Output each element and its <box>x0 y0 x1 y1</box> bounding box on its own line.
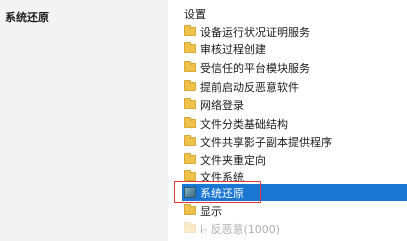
folder-icon <box>184 42 196 53</box>
tree-item-file-classification[interactable]: 文件分类基础结构 <box>182 115 407 132</box>
folder-icon <box>184 222 196 233</box>
settings-header: 设置 <box>184 8 206 21</box>
tree-item-label: 文件共享影子副本提供程序 <box>200 135 332 149</box>
folder-icon <box>184 61 196 72</box>
folder-icon <box>184 135 196 146</box>
folder-icon <box>184 25 196 36</box>
tree-item-early-launch-antimalware[interactable]: 提前启动反恶意软件 <box>182 78 407 95</box>
tree-item-label: i- 反恶意(1000) <box>200 222 281 236</box>
folder-icon <box>184 153 196 164</box>
tree-item-label: 设备运行状况证明服务 <box>200 25 310 39</box>
tree-item-net-logon[interactable]: 网络登录 <box>182 96 407 113</box>
left-pane-title: 系统还原 <box>5 11 49 24</box>
tree-item-label: 提前启动反恶意软件 <box>200 80 299 94</box>
folder-icon <box>184 170 196 181</box>
tree-item-device-health[interactable]: 设备运行状况证明服务 <box>182 23 407 40</box>
tree-item-file-system[interactable]: 文件系统 <box>182 168 407 185</box>
tree-item-file-share-shadow-copy[interactable]: 文件共享影子副本提供程序 <box>182 133 407 150</box>
tree-item-label: 受信任的平台模块服务 <box>200 61 310 75</box>
folder-icon <box>184 204 196 215</box>
tree-item-label: 系统还原 <box>200 186 244 200</box>
left-pane: 系统还原 <box>0 0 168 241</box>
tree-item-partial[interactable]: i- 反恶意(1000) <box>182 220 407 237</box>
tree-item-tpm-services[interactable]: 受信任的平台模块服务 <box>182 59 407 76</box>
folder-icon <box>184 98 196 109</box>
tree-item-audit-process[interactable]: 审核过程创建 <box>182 40 407 57</box>
folder-icon <box>184 80 196 91</box>
folder-icon <box>184 117 196 128</box>
tree-item-label: 文件系统 <box>200 170 244 184</box>
tree-item-label: 文件分类基础结构 <box>200 117 288 131</box>
system-restore-icon <box>184 187 196 198</box>
tree-item-label: 文件夹重定向 <box>200 153 266 167</box>
tree-item-system-restore[interactable]: 系统还原 <box>182 184 407 201</box>
tree-item-label: 网络登录 <box>200 98 244 112</box>
tree-item-label: 显示 <box>200 204 222 218</box>
tree-item-folder-redirection[interactable]: 文件夹重定向 <box>182 151 407 168</box>
tree-item-label: 审核过程创建 <box>200 42 266 56</box>
tree-item-display[interactable]: 显示 <box>182 202 407 219</box>
